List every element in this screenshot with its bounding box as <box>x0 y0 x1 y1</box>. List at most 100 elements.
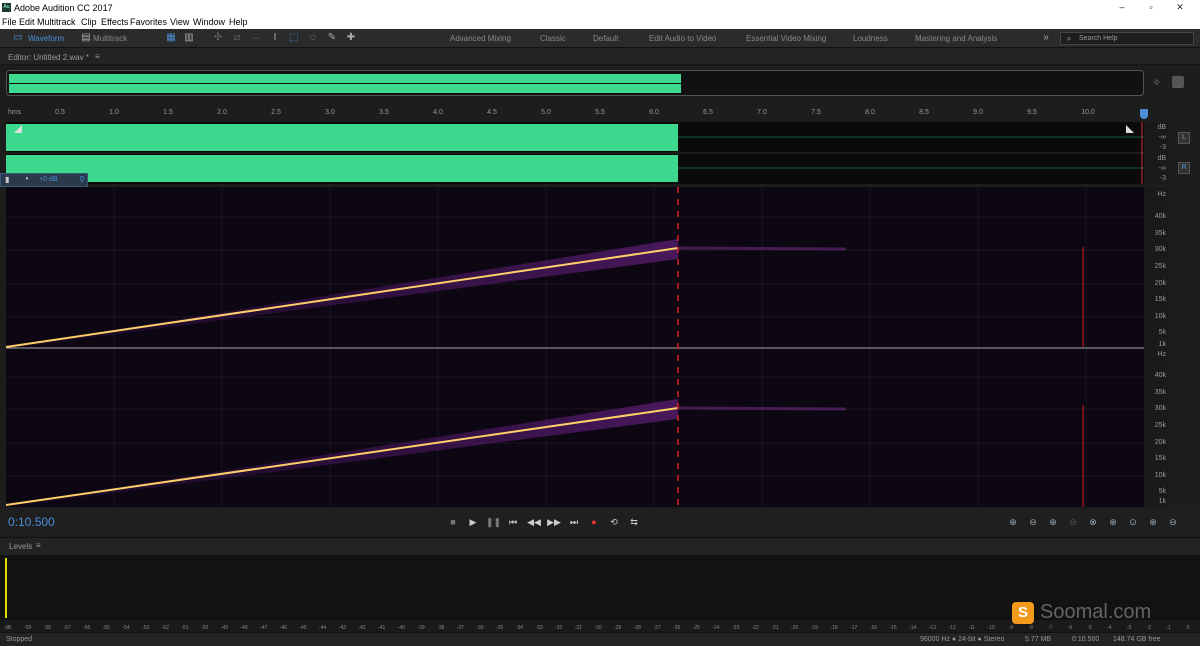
maximize-icon[interactable]: ▫ <box>1141 2 1161 14</box>
ruler-tick: 6.0 <box>649 109 659 116</box>
zoom-out-amplitude-icon[interactable]: ⊖ <box>1026 515 1040 529</box>
menu-multitrack[interactable]: Multitrack <box>37 17 76 27</box>
zoom-in-amplitude-icon[interactable]: ⊕ <box>1006 515 1020 529</box>
freq-tick: 35k <box>1154 230 1166 237</box>
zoom-in-time-icon[interactable]: ⊕ <box>1046 515 1060 529</box>
levels-menu-icon[interactable]: ≡ <box>36 541 41 550</box>
hud-gain-control[interactable]: ▮ ◔ +0 dB ⚲ <box>0 173 88 187</box>
fast-forward-icon[interactable]: ▶▶ <box>547 515 561 529</box>
levels-panel-title[interactable]: Levels <box>9 542 32 551</box>
playback-state: Stopped <box>6 636 33 643</box>
spectral-frequency-display[interactable] <box>6 187 1144 507</box>
workspace-edit-audio-to-video[interactable]: Edit Audio to Video <box>649 34 716 43</box>
meter-scale-label: -52 <box>162 625 169 631</box>
overview-navigator[interactable] <box>6 70 1144 96</box>
panel-menu-icon[interactable]: ≡ <box>95 52 100 61</box>
meter-scale-label: -32 <box>555 625 562 631</box>
close-icon[interactable]: ✕ <box>1170 2 1190 14</box>
playhead-handle[interactable] <box>1140 109 1148 119</box>
waveform-view-button[interactable]: Waveform <box>28 34 64 43</box>
levels-icon: ▮ <box>5 175 10 184</box>
play-icon[interactable]: ▶ <box>466 515 480 529</box>
time-ruler[interactable]: hms 0.5 1.0 1.5 2.0 2.5 3.0 3.5 4.0 4.5 … <box>0 107 1150 121</box>
meter-scale-label: -22 <box>752 625 759 631</box>
pause-icon[interactable]: ❚❚ <box>486 515 501 529</box>
record-icon[interactable]: ● <box>587 515 601 529</box>
zoom-in-point-icon[interactable]: ⊕ <box>1106 515 1120 529</box>
menu-effects[interactable]: Effects <box>101 17 128 27</box>
search-help-input[interactable]: Search Help <box>1060 32 1194 45</box>
menu-view[interactable]: View <box>170 17 189 27</box>
ruler-tick: 2.0 <box>217 109 227 116</box>
workspace-classic[interactable]: Classic <box>540 34 566 43</box>
workspace-essential-video-mixing[interactable]: Essential Video Mixing <box>746 34 826 43</box>
loop-icon[interactable]: ⟲ <box>607 515 621 529</box>
watermark-logo-icon: S <box>1012 602 1034 624</box>
go-to-start-icon[interactable]: ⏮ <box>506 515 520 529</box>
marquee-tool-icon[interactable]: ⬚ <box>288 32 300 44</box>
workspace-default[interactable]: Default <box>593 34 618 43</box>
slip-tool-icon[interactable]: ↔ <box>250 32 262 44</box>
multitrack-view-button[interactable]: Multitrack <box>93 34 127 43</box>
menu-clip[interactable]: Clip <box>81 17 97 27</box>
spectral-display-icon[interactable]: ▦ <box>165 32 177 44</box>
current-time-display[interactable]: 0:10.500 <box>8 515 55 529</box>
freq-tick: 25k <box>1154 422 1166 429</box>
channel-right-toggle[interactable]: R <box>1178 162 1190 174</box>
time-selection-tool-icon[interactable]: I <box>269 32 281 44</box>
more-workspaces-icon[interactable]: » <box>1040 32 1052 44</box>
move-tool-icon[interactable]: ✣ <box>212 32 224 44</box>
spot-healing-tool-icon[interactable]: ✚ <box>345 32 357 44</box>
zoom-out-full-icon[interactable]: ⊗ <box>1086 515 1100 529</box>
freq-tick: 30k <box>1154 405 1166 412</box>
ruler-tick: 10.0 <box>1081 109 1095 116</box>
menu-favorites[interactable]: Favorites <box>130 17 167 27</box>
brush-tool-icon[interactable]: ✎ <box>326 32 338 44</box>
menu-bar: File Edit Multitrack Clip Effects Favori… <box>0 16 1200 29</box>
ruler-tick: 2.5 <box>271 109 281 116</box>
freq-tick: 15k <box>1154 455 1166 462</box>
panel-options-icon[interactable] <box>1172 76 1184 88</box>
workspace-advanced-mixing[interactable]: Advanced Mixing <box>450 34 511 43</box>
meter-scale-label: -42 <box>358 625 365 631</box>
stop-icon[interactable]: ■ <box>446 515 460 529</box>
channel-left-toggle[interactable]: L <box>1178 132 1190 144</box>
waveform-display[interactable] <box>6 122 1144 184</box>
freq-tick: 40k <box>1154 213 1166 220</box>
volume-knob-icon[interactable]: ◔ <box>23 174 29 185</box>
waveform-right-channel <box>6 155 678 182</box>
menu-file[interactable]: File <box>2 17 17 27</box>
pin-icon[interactable]: ⚲ <box>79 175 85 184</box>
waveform-view-icon[interactable]: ▭ <box>12 32 24 44</box>
workspace-mastering-and-analysis[interactable]: Mastering and Analysis <box>915 34 997 43</box>
editor-tab[interactable]: Editor: Untitled 2.wav * <box>8 53 89 62</box>
zoom-navigator-icon[interactable]: ✧ <box>1152 76 1161 89</box>
razor-tool-icon[interactable]: ⧄ <box>231 32 243 44</box>
minimize-icon[interactable]: – <box>1112 2 1132 14</box>
zoom-selection-right-icon[interactable]: ⊕ <box>1146 515 1160 529</box>
workspace-loudness[interactable]: Loudness <box>853 34 888 43</box>
zoom-selection-icon[interactable]: ⊙ <box>1126 515 1140 529</box>
pitch-display-icon[interactable]: ▥ <box>183 32 195 44</box>
menu-help[interactable]: Help <box>229 17 248 27</box>
waveform-left-channel <box>6 124 678 151</box>
zoom-reset-icon[interactable]: ⊖ <box>1166 515 1180 529</box>
menu-window[interactable]: Window <box>193 17 225 27</box>
meter-scale-label: -13 <box>929 625 936 631</box>
lasso-tool-icon[interactable]: ◌ <box>307 32 319 44</box>
multitrack-view-icon[interactable]: ▤ <box>80 32 92 44</box>
meter-scale-label: -53 <box>142 625 149 631</box>
search-icon: ⌕ <box>1066 34 1072 43</box>
skip-selection-icon[interactable]: ⇆ <box>627 515 641 529</box>
go-to-end-icon[interactable]: ⏭ <box>567 515 581 529</box>
rewind-icon[interactable]: ◀◀ <box>527 515 541 529</box>
app-icon: Au <box>2 3 11 12</box>
db-scale: dB -∞ -3 dB -∞ -3 <box>1144 122 1168 184</box>
ruler-tick: 3.0 <box>325 109 335 116</box>
meter-scale-label: -59 <box>24 625 31 631</box>
zoom-out-time-icon[interactable]: ⊖ <box>1066 515 1080 529</box>
ruler-tick: 6.5 <box>703 109 713 116</box>
gain-value[interactable]: +0 dB <box>39 176 58 183</box>
meter-scale-label: -50 <box>201 625 208 631</box>
menu-edit[interactable]: Edit <box>19 17 35 27</box>
